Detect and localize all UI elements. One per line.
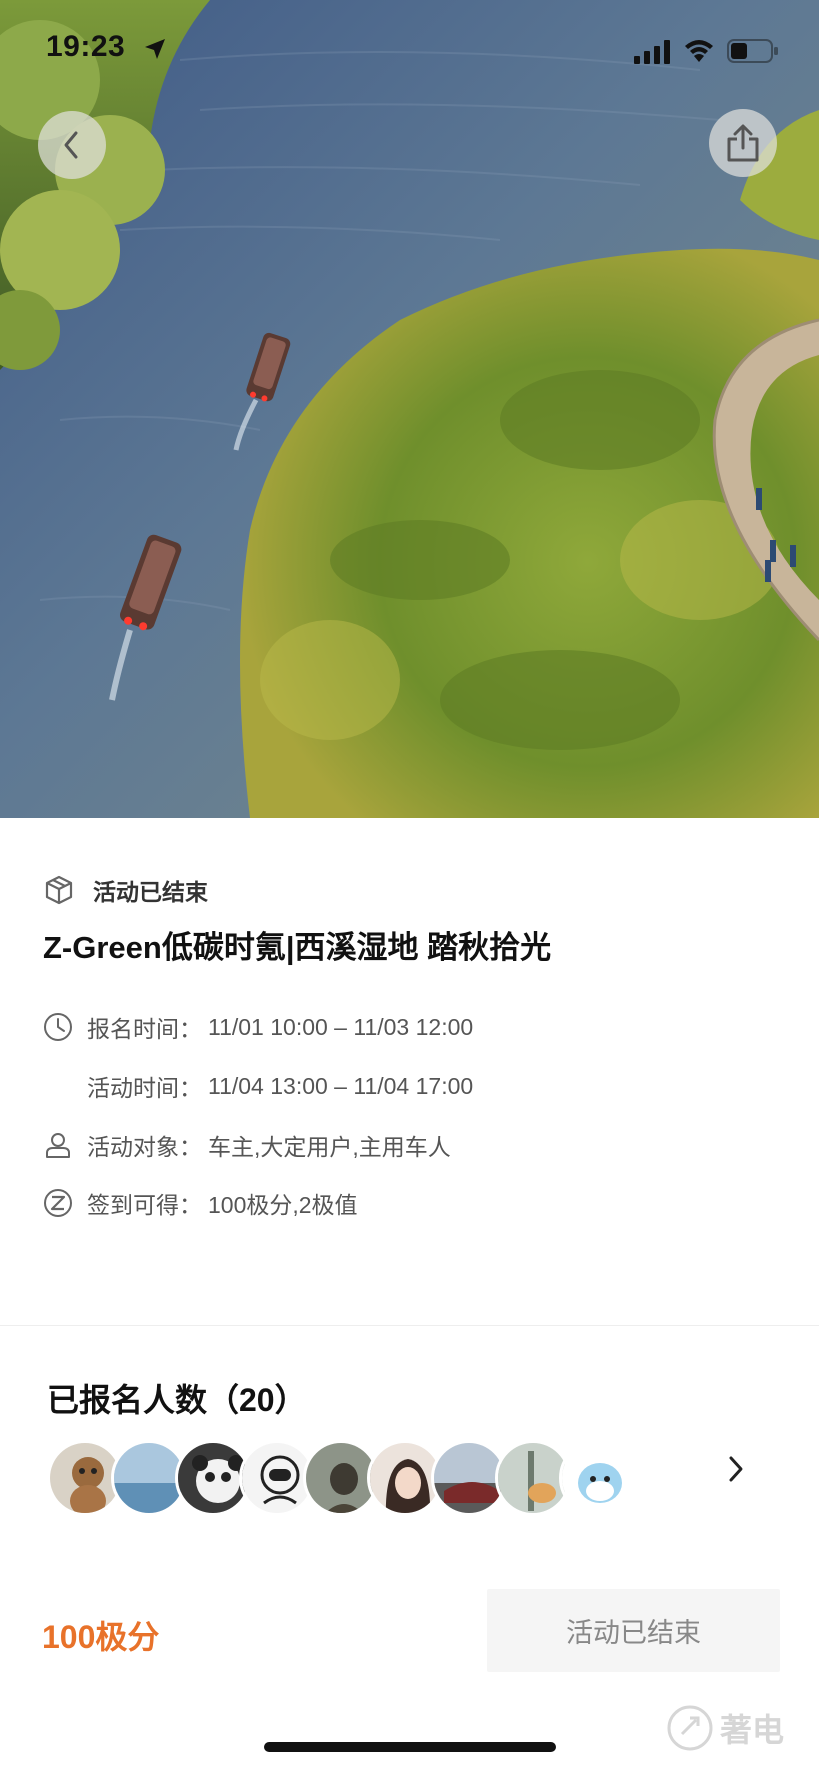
wetland-photo bbox=[0, 0, 819, 818]
activity-time-row: 活动时间： 11/04 13:00 – 11/04 17:00 bbox=[87, 1069, 473, 1103]
location-arrow-icon bbox=[145, 39, 165, 59]
person-icon bbox=[46, 1133, 70, 1158]
share-icon bbox=[727, 124, 759, 162]
activity-status-row: 活动已结束 bbox=[43, 872, 208, 908]
target-label: 活动对象： bbox=[87, 1134, 202, 1160]
participant-avatars[interactable] bbox=[47, 1440, 647, 1516]
signup-time-label: 报名时间： bbox=[87, 1016, 202, 1042]
activity-title: Z-Green低碳时氪|西溪湿地 踏秋拾光 bbox=[43, 930, 552, 965]
battery-icon bbox=[727, 39, 778, 63]
signup-time-row: 报名时间： 11/01 10:00 – 11/03 12:00 bbox=[43, 1010, 473, 1044]
section-divider bbox=[0, 1325, 819, 1326]
status-bar: 19:23 bbox=[0, 0, 819, 100]
back-button[interactable] bbox=[38, 111, 106, 179]
activity-status: 活动已结束 bbox=[93, 879, 208, 905]
participants-count-title: 已报名人数（20） bbox=[47, 1382, 307, 1418]
chevron-right-icon[interactable] bbox=[722, 1452, 750, 1486]
reward-value: 100极分,2极值 bbox=[208, 1192, 358, 1218]
clock-icon bbox=[44, 1013, 72, 1041]
avatar bbox=[559, 1440, 635, 1516]
watermark-logo-icon bbox=[667, 1705, 713, 1751]
signup-time-value: 11/01 10:00 – 11/03 12:00 bbox=[208, 1013, 474, 1040]
target-value: 车主,大定用户,主用车人 bbox=[208, 1134, 451, 1160]
points-z-icon bbox=[44, 1189, 72, 1217]
activity-ended-button[interactable]: 活动已结束 bbox=[487, 1589, 780, 1672]
share-button[interactable] bbox=[709, 109, 777, 177]
back-arrow-icon bbox=[64, 131, 78, 159]
points-value: 100极分 bbox=[42, 1619, 160, 1655]
home-indicator[interactable] bbox=[264, 1742, 556, 1752]
activity-time-label: 活动时间： bbox=[87, 1075, 202, 1101]
hero-image bbox=[0, 0, 819, 818]
watermark: 著电 bbox=[666, 1700, 784, 1756]
reward-row: 签到可得： 100极分,2极值 bbox=[43, 1186, 358, 1220]
watermark-text: 著电 bbox=[720, 1712, 785, 1748]
status-time: 19:23 bbox=[46, 30, 126, 63]
reward-label: 签到可得： bbox=[87, 1192, 202, 1218]
cellular-signal-icon bbox=[634, 40, 670, 64]
cube-icon bbox=[45, 875, 73, 905]
target-row: 活动对象： 车主,大定用户,主用车人 bbox=[43, 1128, 451, 1162]
wifi-icon bbox=[685, 40, 713, 62]
activity-time-value: 11/04 13:00 – 11/04 17:00 bbox=[208, 1072, 474, 1099]
